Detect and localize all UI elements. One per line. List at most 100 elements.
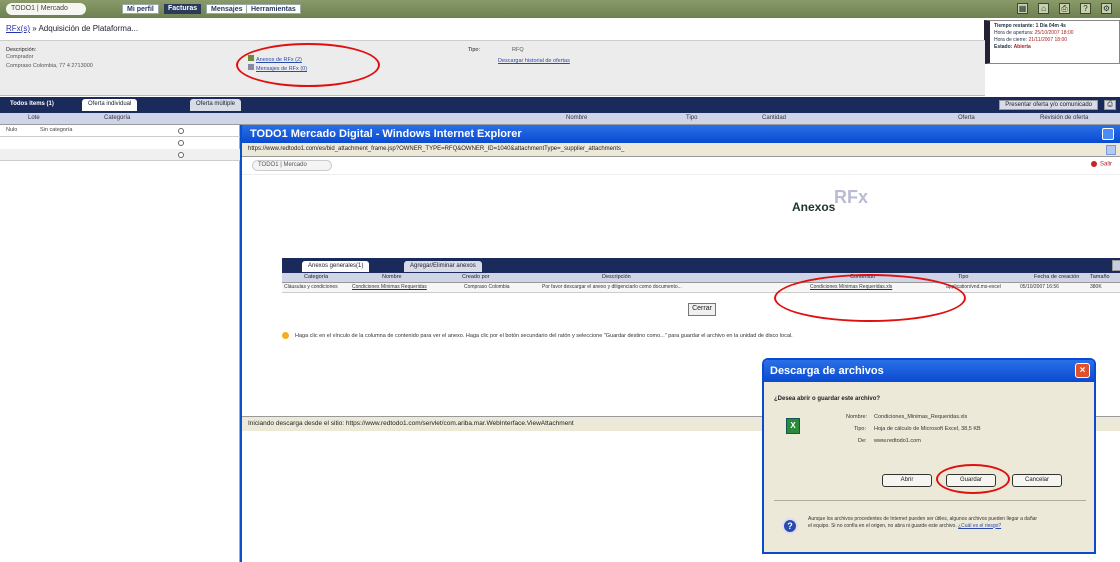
items-tabbar: Todos Items (1) Oferta individual Oferta… bbox=[0, 97, 1120, 113]
col-cantidad: Cantidad bbox=[762, 115, 787, 121]
annex-col-creado: Creado por bbox=[462, 274, 490, 280]
open-label: Hora de apertura: bbox=[994, 30, 1034, 36]
tab-oferta-individual[interactable]: Oferta individual bbox=[82, 99, 138, 111]
description-value: Compraso Colombia, 77 4 2713000 bbox=[6, 63, 93, 69]
top-icons: ▦ ⌂ ⎙ ? ⚙ bbox=[1017, 3, 1112, 15]
col-lote: Lote bbox=[28, 115, 40, 121]
dialog-titlebar[interactable]: Descarga de archivos bbox=[764, 360, 1094, 382]
items-table-header: Lote Categoría Nombre Tipo Cantidad Ofer… bbox=[0, 113, 1120, 125]
ie-address-bar[interactable]: https://www.redtodo1.com/es/bid_attachme… bbox=[242, 143, 1120, 157]
tab-mensajes[interactable]: Mensajes bbox=[206, 4, 248, 14]
presentar-oferta-button[interactable]: Presentar oferta y/o comunicado bbox=[999, 100, 1098, 110]
print-icon[interactable]: ⎙ bbox=[1059, 3, 1070, 14]
table-row bbox=[0, 137, 240, 149]
tab-agregar-anexos[interactable]: Agregar/Eliminar anexos bbox=[404, 261, 482, 272]
scroll-arrow-icon[interactable] bbox=[1106, 145, 1116, 155]
status-value: Abierta bbox=[1013, 44, 1031, 50]
expand-icon[interactable] bbox=[1112, 260, 1120, 271]
breadcrumb-link[interactable]: RFx(s) bbox=[6, 24, 30, 33]
help-icon[interactable]: ? bbox=[1080, 3, 1091, 14]
history-link[interactable]: Descargar historial de ofertas bbox=[498, 58, 570, 64]
annex-cell-creado: Compraso Colombia bbox=[464, 284, 510, 290]
table-row: Cláusulas y condiciones Condiciones Míni… bbox=[282, 283, 1120, 293]
tab-mi-perfil[interactable]: Mi perfil bbox=[122, 4, 159, 14]
minimize-icon[interactable] bbox=[1102, 128, 1114, 140]
salir-link[interactable]: Salir bbox=[1091, 161, 1112, 168]
annex-hint-text: Haga clic en el vínculo de la columna de… bbox=[295, 332, 793, 339]
dialog-divider bbox=[774, 500, 1086, 501]
lightbulb-icon bbox=[282, 332, 289, 339]
anexos-logo: RFx Anexos bbox=[788, 187, 868, 227]
dialog-question: ¿Desea abrir o guardar este archivo? bbox=[774, 396, 881, 402]
tab-herramientas[interactable]: Herramientas bbox=[246, 4, 301, 14]
open-button[interactable]: Abrir bbox=[882, 474, 932, 487]
description-sub: Comprador bbox=[6, 54, 34, 60]
name-label: Nombre: bbox=[846, 414, 868, 420]
open-value: 25/10/2007 18:00 bbox=[1034, 30, 1074, 36]
session-panel: Tiempo restante: 1 Día 04m 4s Hora de ap… bbox=[984, 20, 1120, 64]
col-tipo: Tipo bbox=[686, 115, 698, 121]
highlight-oval-save bbox=[936, 464, 1010, 494]
dialog-warning-text: Aunque los archivos procedentes de Inter… bbox=[808, 516, 1038, 529]
close-label: Hora de cierre: bbox=[994, 37, 1028, 43]
page-title: Adquisición de Plataforma... bbox=[38, 24, 139, 33]
printer-icon[interactable]: ⎙ bbox=[1104, 100, 1116, 110]
ie-title: TODO1 Mercado Digital - Windows Internet… bbox=[250, 128, 522, 140]
tab-oferta-multiple[interactable]: Oferta múltiple bbox=[190, 99, 242, 111]
tab-facturas[interactable]: Facturas bbox=[164, 4, 202, 14]
settings-icon[interactable]: ⚙ bbox=[1101, 3, 1112, 14]
table-row[interactable]: Nulo Sin categoría bbox=[0, 125, 240, 137]
row-radio[interactable] bbox=[178, 140, 184, 146]
app-topbar: TODO1 | Mercado Mi perfil Facturas Mensa… bbox=[0, 0, 1120, 18]
home-icon[interactable]: ⌂ bbox=[1038, 3, 1049, 14]
cell-categoria: Sin categoría bbox=[40, 127, 73, 133]
row-radio[interactable] bbox=[178, 152, 184, 158]
col-oferta: Oferta bbox=[958, 115, 975, 121]
highlight-oval-anexos bbox=[236, 43, 380, 87]
annex-col-descripcion: Descripción bbox=[602, 274, 631, 280]
annex-tabbar: Anexos generales(1) Agregar/Eliminar ane… bbox=[282, 258, 1120, 273]
type-label: Tipo: bbox=[468, 47, 481, 53]
col-revision: Revisión de oferta bbox=[1040, 115, 1089, 121]
grid-icon[interactable]: ▦ bbox=[1017, 3, 1028, 14]
ie-titlebar[interactable]: TODO1 Mercado Digital - Windows Internet… bbox=[242, 125, 1120, 143]
type-label: Tipo: bbox=[854, 426, 867, 432]
annex-col-fecha: Fecha de creación bbox=[1034, 274, 1080, 280]
cerrar-button[interactable]: Cerrar bbox=[688, 303, 716, 316]
download-dialog: Descarga de archivos × ¿Desea abrir o gu… bbox=[762, 358, 1096, 554]
highlight-oval-content-link bbox=[774, 274, 966, 322]
annex-col-tipo: Tipo bbox=[958, 274, 969, 280]
tab-anexos-generales[interactable]: Anexos generales(1) bbox=[302, 261, 370, 272]
risk-link[interactable]: ¿Cuál es el riesgo? bbox=[958, 523, 1001, 529]
rfx-info-area: Descripción: Comprador Compraso Colombia… bbox=[0, 40, 985, 96]
cancel-button[interactable]: Cancelar bbox=[1012, 474, 1062, 487]
annex-hint: Haga clic en el vínculo de la columna de… bbox=[282, 332, 1082, 339]
rfx-logo-text: RFx bbox=[833, 187, 868, 207]
excel-file-icon: X bbox=[786, 418, 800, 434]
row-radio[interactable] bbox=[178, 128, 184, 134]
annex-cell-nombre[interactable]: Condiciones Mínimas Requeridas bbox=[352, 284, 462, 290]
annex-cell-tamano: 380K bbox=[1090, 284, 1102, 290]
time-remaining: Tiempo restante: 1 Día 04m 4s bbox=[994, 23, 1066, 29]
breadcrumb: RFx(s) » Adquisición de Plataforma... bbox=[6, 24, 138, 33]
type-value: Hoja de cálculo de Microsoft Excel, 38,5… bbox=[874, 426, 981, 432]
annex-cell-fecha: 05/10/2007 16:56 bbox=[1020, 284, 1059, 290]
items-list: Nulo Sin categoría bbox=[0, 125, 240, 562]
close-value: 21/11/2007 18:00 bbox=[1028, 37, 1068, 43]
close-icon[interactable]: × bbox=[1075, 363, 1090, 378]
type-value: RFQ bbox=[512, 47, 524, 53]
name-value: Condiciones_Minimas_Requeridas.xls bbox=[874, 414, 968, 420]
tab-todas-items[interactable]: Todos Items (1) bbox=[4, 99, 60, 111]
app-logo: TODO1 | Mercado bbox=[6, 3, 86, 15]
dialog-warning: Aunque los archivos procedentes de Inter… bbox=[808, 516, 1038, 529]
annex-col-nombre: Nombre bbox=[382, 274, 402, 280]
table-row bbox=[0, 149, 240, 161]
col-nombre[interactable]: Nombre bbox=[566, 115, 587, 121]
annex-col-categoria: Categoría bbox=[304, 274, 329, 280]
from-label: De: bbox=[858, 438, 867, 444]
status-label: Estado: bbox=[994, 44, 1013, 50]
ie-status-text: Iniciando descarga desde el sitio: https… bbox=[248, 420, 574, 427]
col-categoria: Categoría bbox=[104, 115, 131, 121]
from-value: www.redtodo1.com bbox=[874, 438, 921, 444]
annex-col-tamano: Tamaño bbox=[1090, 274, 1110, 280]
